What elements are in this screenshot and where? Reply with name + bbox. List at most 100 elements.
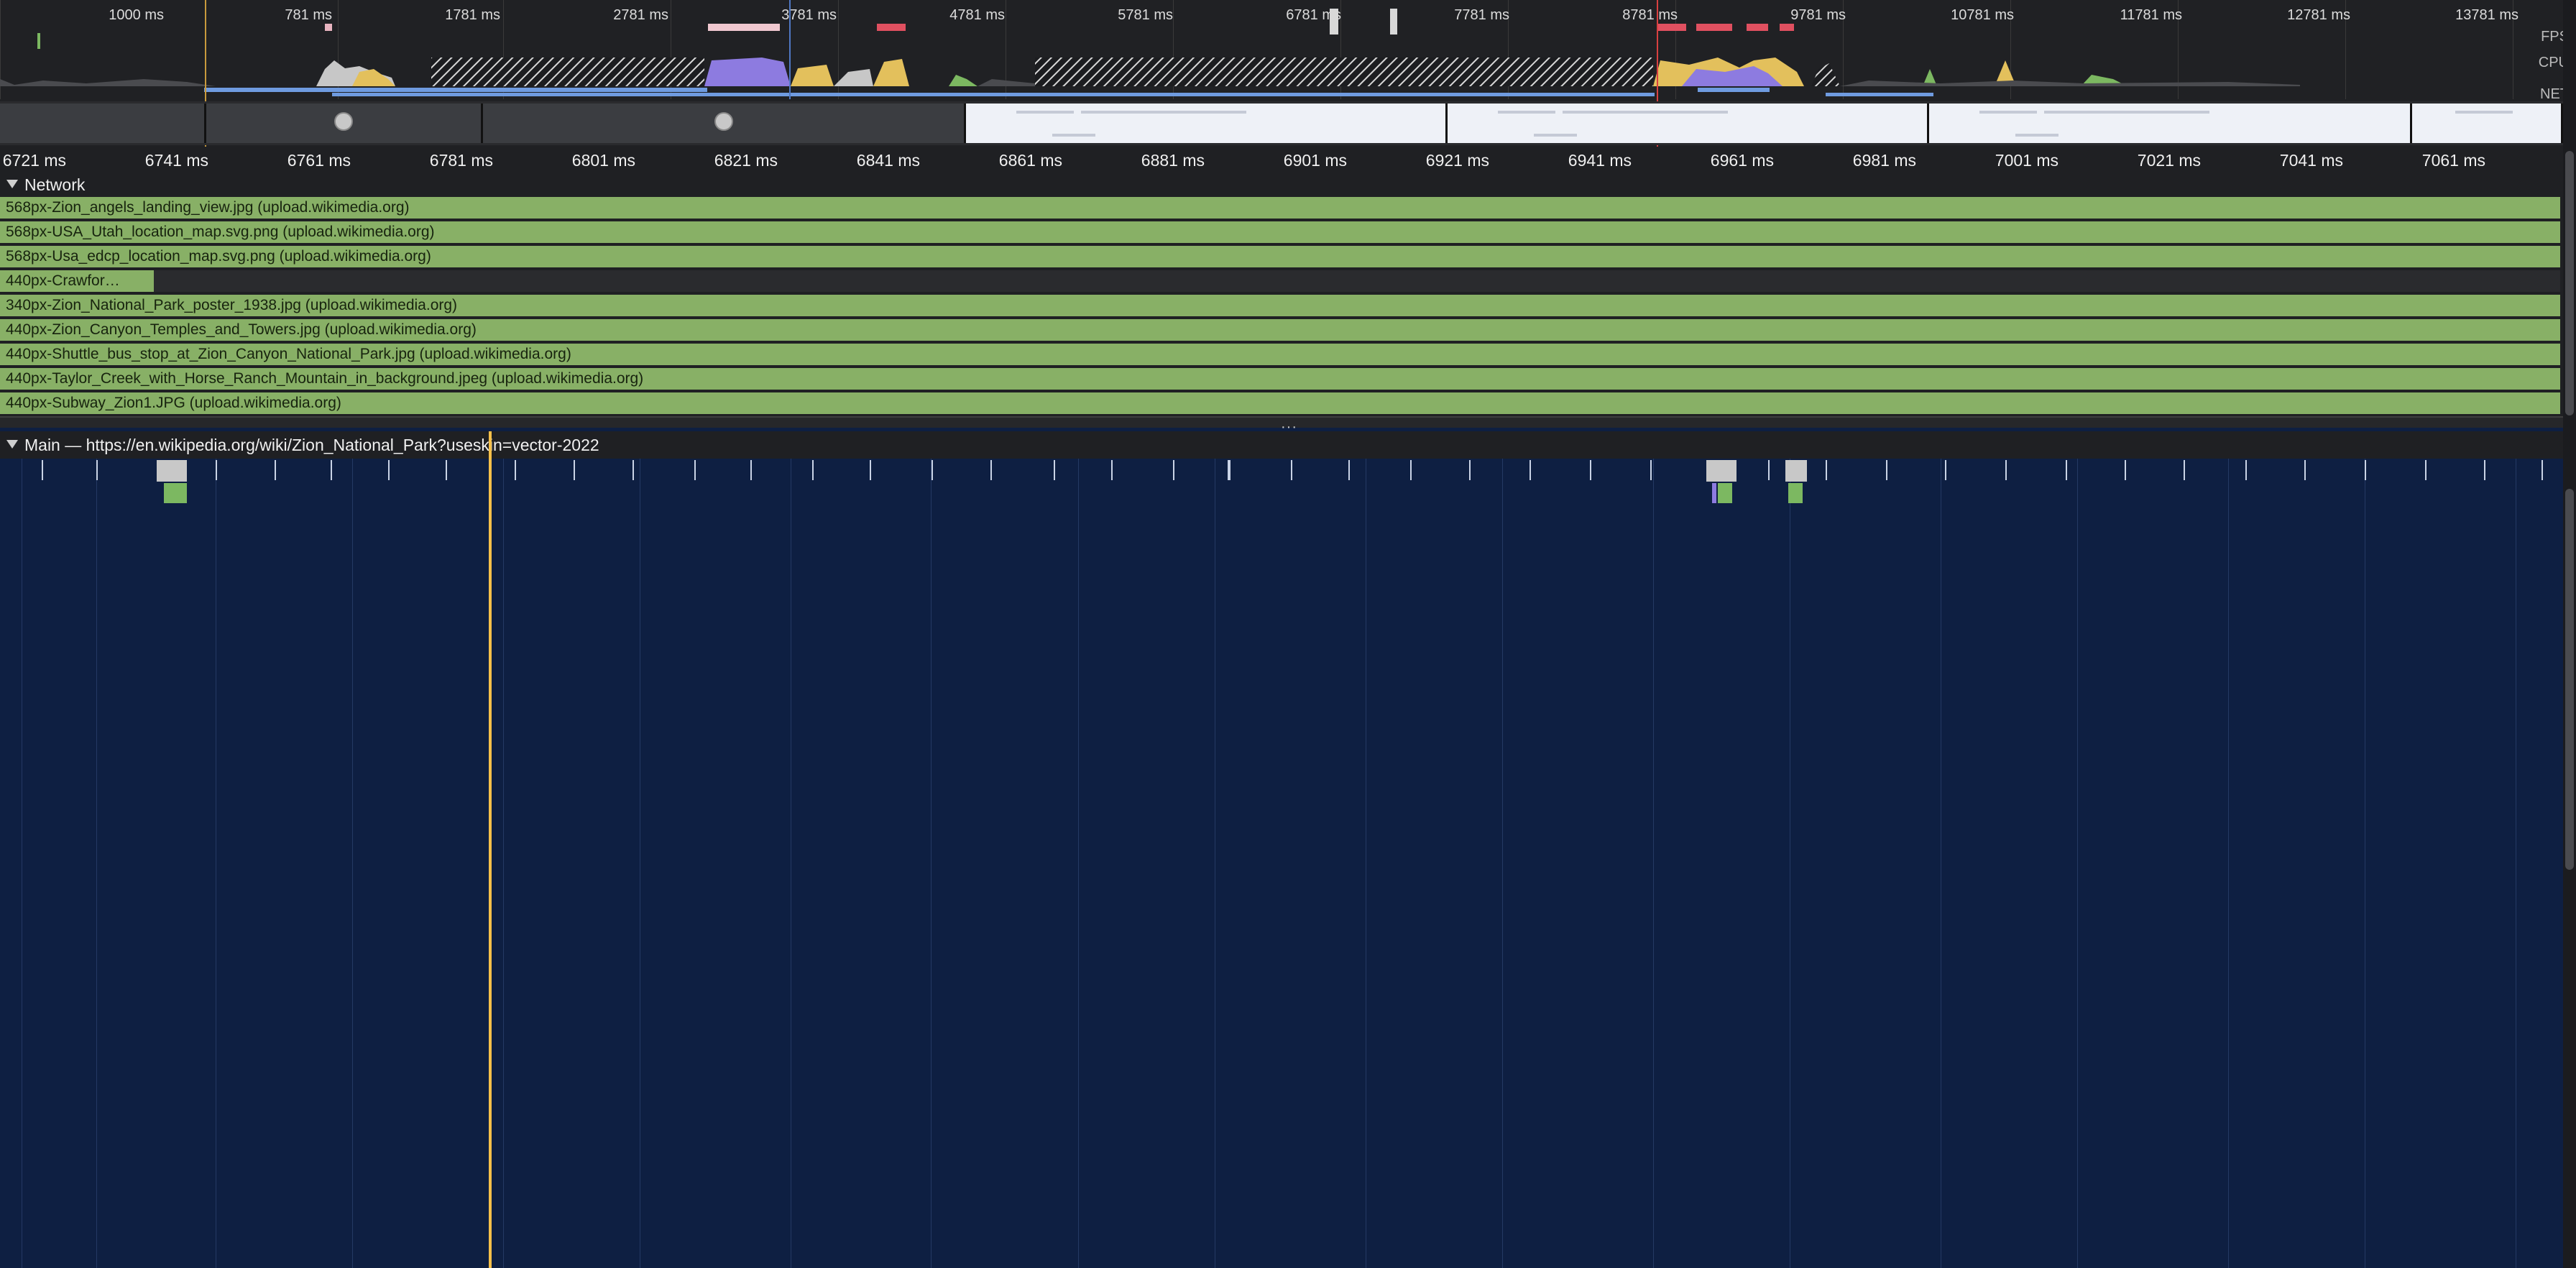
filmstrip-frame[interactable] — [966, 104, 1448, 143]
task-block[interactable] — [157, 460, 187, 482]
task-marker[interactable] — [750, 460, 752, 480]
ruler-tick-label: 6921 ms — [1425, 151, 1489, 170]
task-marker[interactable] — [275, 460, 276, 480]
task-marker[interactable] — [2125, 460, 2126, 480]
flamechart-grid-line — [2228, 459, 2229, 1268]
net-bar — [1826, 93, 1933, 96]
task-marker[interactable] — [2484, 460, 2485, 480]
task-marker[interactable] — [446, 460, 447, 480]
flamechart-grid-line — [2077, 459, 2078, 1268]
task-marker[interactable] — [1111, 460, 1113, 480]
task-marker[interactable] — [2365, 460, 2366, 480]
task-marker[interactable] — [574, 460, 575, 480]
filmstrip-frame[interactable] — [206, 104, 483, 143]
task-marker[interactable] — [1650, 460, 1652, 480]
fps-bar — [325, 24, 332, 31]
page-thumb-line — [1016, 111, 1074, 114]
filmstrip-frame[interactable] — [0, 104, 206, 143]
task-marker[interactable] — [96, 460, 98, 480]
fps-bar — [1657, 24, 1686, 31]
network-request-bar[interactable]: 440px-Zion_Canyon_Temples_and_Towers.jpg… — [0, 319, 2560, 342]
network-request-bar[interactable]: 440px-Shuttle_bus_stop_at_Zion_Canyon_Na… — [0, 344, 2560, 367]
task-marker[interactable] — [694, 460, 696, 480]
flamechart-grid-line — [931, 459, 932, 1268]
cpu-area-other — [1840, 81, 2300, 86]
filmstrip-frame[interactable] — [1929, 104, 2412, 143]
task-marker[interactable] — [1886, 460, 1887, 480]
blue-marker — [789, 0, 791, 99]
task-marker[interactable] — [2184, 460, 2185, 480]
task-marker[interactable] — [1768, 460, 1770, 480]
task-marker[interactable] — [1469, 460, 1471, 480]
task-marker[interactable] — [2005, 460, 2007, 480]
ruler-tick-label: 6801 ms — [571, 151, 635, 170]
task-marker[interactable] — [812, 460, 814, 480]
fps-bar — [877, 24, 906, 31]
network-track-header[interactable]: Network — [0, 173, 2576, 197]
task-marker[interactable] — [1291, 460, 1292, 480]
network-request-bar[interactable]: 568px-USA_Utah_location_map.svg.png (upl… — [0, 221, 2560, 244]
paint-task-block[interactable] — [1788, 483, 1803, 503]
task-marker[interactable] — [932, 460, 933, 480]
ruler-tick-label: 7041 ms — [2279, 151, 2343, 170]
main-track-header[interactable]: Main — https://en.wikipedia.org/wiki/Zio… — [0, 431, 2576, 459]
ruler-tick-label: 6881 ms — [1141, 151, 1205, 170]
scrollbar-thumb[interactable] — [2565, 489, 2574, 870]
panel-splitter[interactable]: ··· — [0, 416, 2576, 435]
task-marker[interactable] — [42, 460, 43, 480]
network-request-bar[interactable]: 568px-Zion_angels_landing_view.jpg (uplo… — [0, 197, 2560, 220]
task-marker[interactable] — [515, 460, 516, 480]
collapse-triangle-icon[interactable] — [6, 440, 18, 449]
cpu-activity-graph — [0, 9, 2300, 96]
task-block[interactable] — [1706, 460, 1736, 482]
fps-bar — [1780, 24, 1794, 31]
filmstrip-frame[interactable] — [2412, 104, 2563, 143]
task-marker[interactable] — [1826, 460, 1827, 480]
task-marker[interactable] — [2304, 460, 2306, 480]
scrollbar-thumb[interactable] — [2565, 151, 2574, 415]
task-marker[interactable] — [2066, 460, 2067, 480]
page-thumb-line — [2455, 111, 2513, 114]
network-request-bar[interactable]: 440px-Taylor_Creek_with_Horse_Ranch_Moun… — [0, 368, 2560, 391]
paint-task-block[interactable] — [164, 483, 187, 503]
collapse-triangle-icon[interactable] — [6, 180, 18, 188]
ruler-tick-label: 6741 ms — [144, 151, 208, 170]
task-marker[interactable] — [1054, 460, 1055, 480]
task-marker[interactable] — [2542, 460, 2543, 480]
network-request-bar[interactable]: 440px-Crawfor… — [0, 270, 154, 293]
task-marker[interactable] — [2245, 460, 2247, 480]
task-marker[interactable] — [632, 460, 634, 480]
task-marker[interactable] — [1945, 460, 1946, 480]
task-marker[interactable] — [1348, 460, 1350, 480]
task-block[interactable] — [1785, 460, 1807, 482]
task-marker[interactable] — [1530, 460, 1531, 480]
ruler-tick-label: 6901 ms — [1283, 151, 1347, 170]
playhead-cursor[interactable] — [489, 431, 492, 1268]
ruler-tick-label: 6861 ms — [998, 151, 1062, 170]
main-thread-flamechart[interactable] — [0, 459, 2563, 1268]
task-marker[interactable] — [1590, 460, 1591, 480]
vertical-scrollbar[interactable] — [2563, 0, 2576, 1268]
paint-task-block[interactable] — [1718, 483, 1732, 503]
filmstrip-frame[interactable] — [483, 104, 966, 143]
task-marker[interactable] — [2425, 460, 2426, 480]
task-marker[interactable] — [1228, 460, 1230, 480]
network-request-bar[interactable]: 568px-Usa_edcp_location_map.svg.png (upl… — [0, 246, 2560, 269]
flamechart-grid-line — [1502, 459, 1503, 1268]
task-marker[interactable] — [388, 460, 390, 480]
network-request-bar[interactable]: 440px-Subway_Zion1.JPG (upload.wikimedia… — [0, 392, 2560, 415]
task-marker[interactable] — [331, 460, 332, 480]
filmstrip-frame[interactable] — [1448, 104, 1929, 143]
cpu-area-painting — [949, 75, 978, 86]
task-marker[interactable] — [1173, 460, 1174, 480]
task-marker[interactable] — [216, 460, 217, 480]
render-task-block[interactable] — [1712, 483, 1716, 503]
task-marker[interactable] — [990, 460, 992, 480]
task-marker[interactable] — [870, 460, 871, 480]
flamechart-grid-line — [1078, 459, 1079, 1268]
ruler-tick-label: 6961 ms — [1710, 151, 1774, 170]
task-marker[interactable] — [1410, 460, 1412, 480]
timeline-overview[interactable]: 1000 ms 781 ms 1781 ms 2781 ms 3781 ms 4… — [0, 0, 2576, 148]
screenshot-filmstrip[interactable] — [0, 101, 2576, 145]
network-request-bar[interactable]: 340px-Zion_National_Park_poster_1938.jpg… — [0, 295, 2560, 318]
